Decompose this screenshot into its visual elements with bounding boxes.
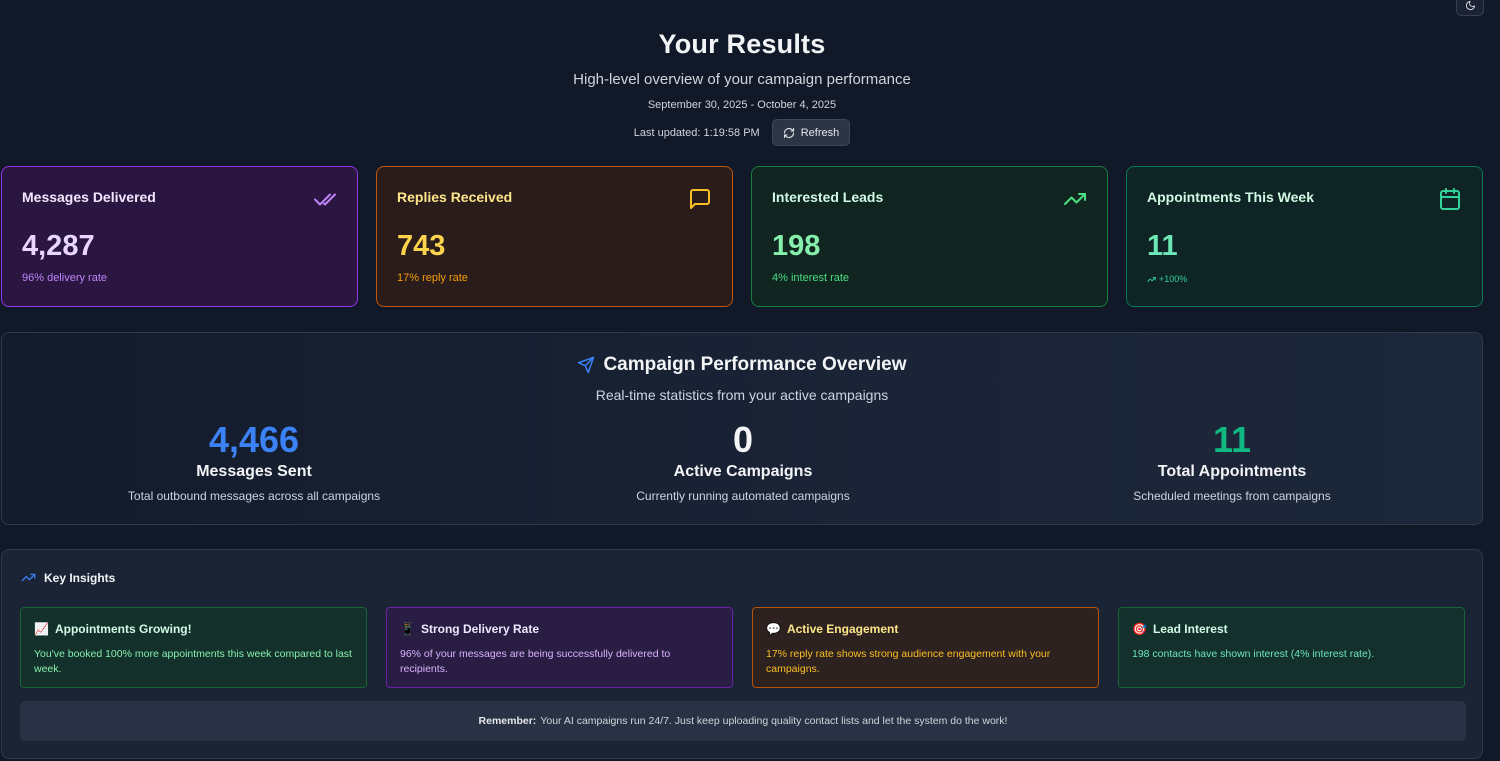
campaign-performance-overview: Campaign Performance Overview Real-time …: [1, 332, 1483, 525]
send-icon: [578, 356, 595, 374]
phone-emoji-icon: 📱: [400, 622, 415, 636]
insight-title: 📱 Strong Delivery Rate: [400, 622, 719, 636]
results-page: Your Results High-level overview of your…: [0, 0, 1500, 761]
stat-label: Messages Delivered: [22, 189, 156, 205]
metric-desc: Currently running automated campaigns: [636, 489, 850, 503]
metric-label: Messages Sent: [196, 463, 312, 480]
calendar-icon: [1440, 188, 1460, 210]
stat-sub: 4% interest rate: [772, 272, 850, 284]
metric-value: 11: [1212, 419, 1252, 460]
metric-label: Total Appointments: [1157, 463, 1307, 480]
stat-card-appointments-week: Appointments This Week 11 +100%: [1126, 166, 1483, 307]
results-header: Your Results High-level overview of your…: [0, 0, 1484, 146]
remember-label: Remember:: [478, 715, 537, 727]
stat-value: 198: [772, 230, 821, 262]
stat-label: Replies Received: [397, 189, 513, 205]
last-updated-row: Last updated: 1:19:58 PM Refresh: [0, 119, 1484, 146]
stat-label: Interested Leads: [772, 189, 884, 205]
stat-sub: 17% reply rate: [397, 272, 468, 284]
metric-label: Active Campaigns: [673, 463, 813, 480]
last-updated-text: Last updated: 1:19:58 PM: [633, 126, 760, 139]
theme-toggle-button[interactable]: [1456, 0, 1484, 16]
refresh-label: Refresh: [800, 126, 840, 139]
metric-value: 0: [732, 419, 754, 460]
stat-sub: 96% delivery rate: [22, 272, 107, 284]
insight-title: 📈 Appointments Growing!: [34, 622, 353, 636]
metric-active-campaigns: 0 Active Campaigns Currently running aut…: [533, 419, 953, 503]
stat-value: 11: [1147, 230, 1178, 262]
page-title: Your Results: [658, 29, 826, 59]
insight-body: 96% of your messages are being successfu…: [400, 648, 671, 675]
insight-card-appointments-growing: 📈 Appointments Growing! You've booked 10…: [20, 607, 367, 688]
overview-subtitle: Real-time statistics from your active ca…: [595, 387, 889, 403]
stat-sub-text: +100%: [1159, 274, 1188, 284]
metric-total-appointments: 11 Total Appointments Scheduled meetings…: [1022, 419, 1442, 503]
insight-cards: 📈 Appointments Growing! You've booked 10…: [20, 607, 1465, 688]
message-square-icon: [690, 189, 710, 209]
insights-title: Key Insights: [21, 570, 115, 585]
speech-bubble-emoji-icon: 💬: [766, 622, 781, 636]
stat-sub: +100%: [1147, 274, 1462, 284]
trend-up-small-icon: [1147, 276, 1156, 282]
trending-up-icon: [21, 573, 36, 582]
insight-body: 198 contacts have shown interest (4% int…: [1132, 648, 1375, 660]
insight-card-active-engagement: 💬 Active Engagement 17% reply rate shows…: [752, 607, 1099, 688]
stat-label: Appointments This Week: [1147, 189, 1314, 205]
insight-title-text: Appointments Growing!: [54, 622, 192, 636]
stat-card-interested-leads: Interested Leads 198 4% interest rate: [751, 166, 1108, 307]
insight-title-text: Lead Interest: [1152, 622, 1228, 636]
insight-title-text: Active Engagement: [786, 622, 899, 636]
insight-body: 17% reply rate shows strong audience eng…: [766, 648, 1051, 675]
overview-title: Campaign Performance Overview: [2, 354, 1482, 376]
insight-body: You've booked 100% more appointments thi…: [34, 648, 352, 675]
refresh-icon: [783, 127, 794, 138]
date-range: September 30, 2025 - October 4, 2025: [647, 99, 837, 111]
double-check-icon: [314, 193, 336, 206]
metric-desc: Scheduled meetings from campaigns: [1133, 489, 1331, 503]
stat-cards: Messages Delivered 4,287 96% delivery ra…: [1, 166, 1483, 307]
key-insights-panel: Key Insights 📈 Appointments Growing! You…: [1, 549, 1483, 759]
moon-icon: [1465, 0, 1475, 10]
insight-title: 🎯 Lead Interest: [1132, 622, 1451, 636]
trending-up-icon: [1064, 193, 1086, 205]
stat-value: 4,287: [22, 230, 95, 262]
remember-banner: Remember: Your AI campaigns run 24/7. Ju…: [20, 701, 1466, 741]
overview-title-text: Campaign Performance Overview: [603, 354, 907, 375]
page-subtitle: High-level overview of your campaign per…: [573, 71, 911, 88]
remember-text: Your AI campaigns run 24/7. Just keep up…: [540, 715, 1008, 727]
insight-card-lead-interest: 🎯 Lead Interest 198 contacts have shown …: [1118, 607, 1465, 688]
stat-card-messages-delivered: Messages Delivered 4,287 96% delivery ra…: [1, 166, 358, 307]
refresh-button[interactable]: Refresh: [771, 119, 851, 146]
metric-messages-sent: 4,466 Messages Sent Total outbound messa…: [44, 419, 464, 503]
target-emoji-icon: 🎯: [1132, 622, 1147, 636]
insight-title-text: Strong Delivery Rate: [420, 622, 539, 636]
stat-card-replies-received: Replies Received 743 17% reply rate: [376, 166, 733, 307]
stat-value: 743: [397, 230, 446, 262]
metric-desc: Total outbound messages across all campa…: [127, 489, 381, 503]
metric-value: 4,466: [208, 419, 300, 460]
insight-title: 💬 Active Engagement: [766, 622, 1085, 636]
insights-title-text: Key Insights: [44, 570, 116, 585]
insight-card-delivery-rate: 📱 Strong Delivery Rate 96% of your messa…: [386, 607, 733, 688]
chart-emoji-icon: 📈: [34, 622, 49, 636]
